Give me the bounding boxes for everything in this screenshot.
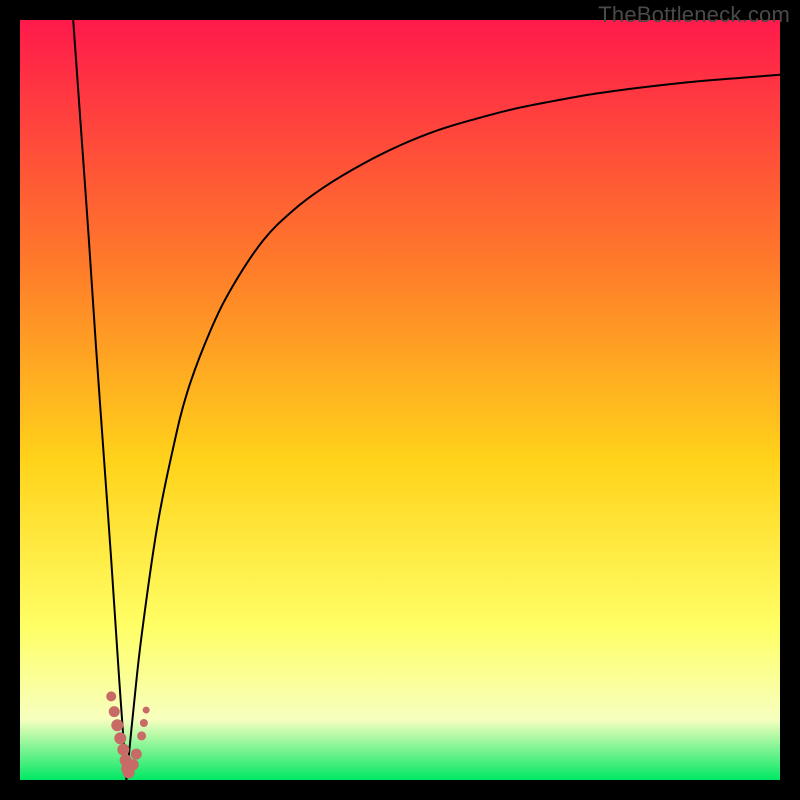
marker-group [106, 691, 149, 778]
series-descending [73, 20, 126, 780]
plot-area [20, 20, 780, 780]
series-group [73, 20, 780, 780]
marker-point [114, 732, 126, 744]
marker-point [140, 719, 148, 727]
series-ascending [126, 75, 780, 780]
marker-point [137, 731, 146, 740]
marker-point [109, 706, 120, 717]
marker-point [131, 749, 142, 760]
marker-point [128, 759, 139, 770]
chart-frame: TheBottleneck.com [0, 0, 800, 800]
marker-point [117, 744, 129, 756]
watermark-text: TheBottleneck.com [598, 2, 790, 28]
marker-point [106, 691, 116, 701]
curve-layer [20, 20, 780, 780]
marker-point [143, 707, 150, 714]
marker-point [111, 719, 123, 731]
